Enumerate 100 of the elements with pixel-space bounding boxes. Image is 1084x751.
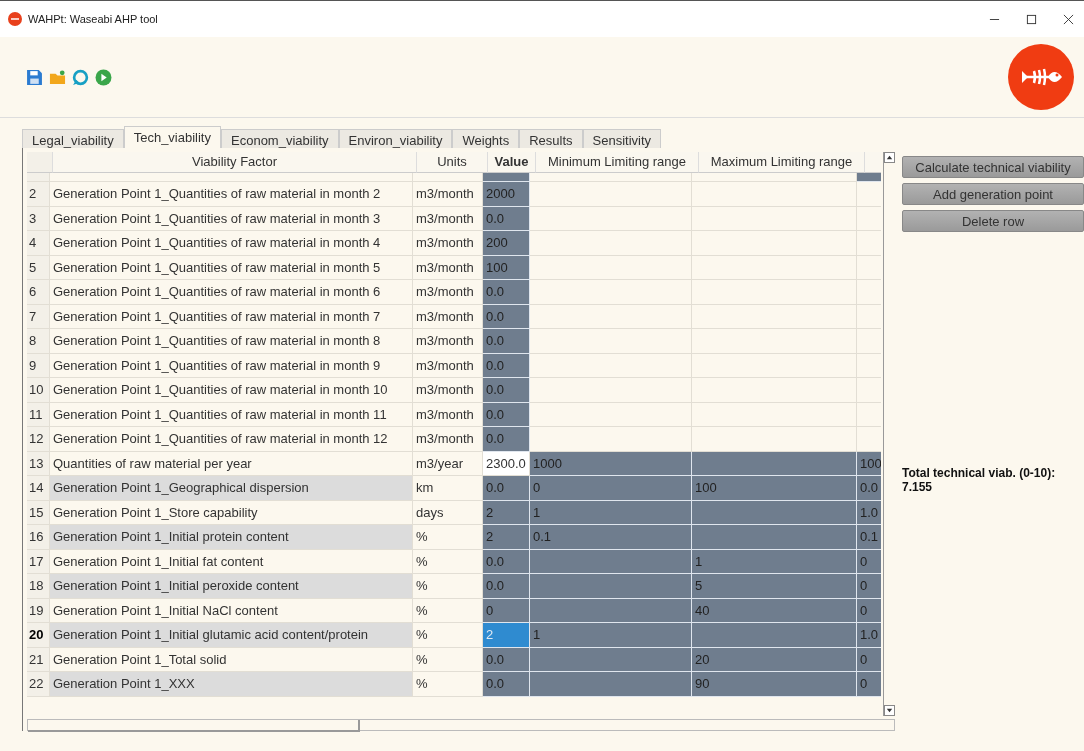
table-cell[interactable]: 5: [692, 574, 857, 599]
table-cell[interactable]: [530, 255, 692, 280]
table-cell[interactable]: [530, 672, 692, 697]
app-icon: [8, 12, 22, 26]
table-cell[interactable]: 2: [483, 525, 530, 550]
action-button[interactable]: Calculate technical viability: [902, 156, 1084, 178]
tab[interactable]: Environ_viability: [338, 129, 453, 148]
folder-icon[interactable]: [49, 68, 66, 86]
save-icon[interactable]: [26, 68, 43, 86]
table-cell[interactable]: [692, 402, 857, 427]
table-cell[interactable]: 200: [483, 231, 530, 256]
table-cell[interactable]: [530, 182, 692, 207]
action-button[interactable]: Delete row: [902, 210, 1084, 232]
table-cell[interactable]: 0: [857, 549, 881, 574]
table-cell[interactable]: 1: [530, 500, 692, 525]
table-cell[interactable]: [692, 500, 857, 525]
table-cell[interactable]: 2300.0: [483, 451, 530, 476]
table-cell[interactable]: 0.0: [483, 672, 530, 697]
table-cell[interactable]: 0: [857, 574, 881, 599]
table-cell[interactable]: 2: [483, 623, 530, 648]
vertical-scrollbar[interactable]: [883, 152, 895, 716]
table-cell[interactable]: [692, 427, 857, 452]
table-cell[interactable]: [692, 255, 857, 280]
table-cell[interactable]: 0.0: [483, 329, 530, 354]
tab[interactable]: Tech_viability: [123, 126, 221, 148]
table-cell[interactable]: 0.0: [483, 647, 530, 672]
table-cell[interactable]: [530, 402, 692, 427]
row-number: 4: [27, 231, 50, 256]
table-cell[interactable]: [530, 647, 692, 672]
table-cell[interactable]: [530, 549, 692, 574]
table-cell[interactable]: [692, 206, 857, 231]
table-cell[interactable]: [530, 304, 692, 329]
table-cell[interactable]: 0.0: [483, 574, 530, 599]
row-number: 16: [27, 525, 50, 550]
close-icon[interactable]: [1063, 13, 1074, 25]
maximize-icon[interactable]: [1026, 13, 1037, 25]
table-cell[interactable]: [692, 525, 857, 550]
table-cell[interactable]: [530, 427, 692, 452]
table-cell[interactable]: 100: [483, 255, 530, 280]
refresh-icon[interactable]: [72, 68, 89, 86]
table-cell[interactable]: 0: [483, 598, 530, 623]
row-number: 18: [27, 574, 50, 599]
tab[interactable]: Legal_viability: [22, 129, 124, 148]
table-cell[interactable]: 40: [692, 598, 857, 623]
table-cell[interactable]: [530, 378, 692, 403]
table-cell[interactable]: 0.0: [483, 476, 530, 501]
table-cell[interactable]: 2000: [483, 182, 530, 207]
tab[interactable]: Weights: [452, 129, 520, 148]
table-cell[interactable]: 0.0: [483, 402, 530, 427]
scroll-down-icon[interactable]: [884, 705, 895, 716]
action-button[interactable]: Add generation point: [902, 183, 1084, 205]
table-cell[interactable]: [530, 231, 692, 256]
table-cell[interactable]: 100: [692, 476, 857, 501]
table-cell[interactable]: [692, 378, 857, 403]
table-cell[interactable]: 0: [857, 672, 881, 697]
play-icon[interactable]: [95, 68, 112, 86]
table-cell[interactable]: [530, 329, 692, 354]
table-cell[interactable]: 0: [530, 476, 692, 501]
table-cell[interactable]: 1.0: [857, 500, 881, 525]
table-cell[interactable]: [530, 353, 692, 378]
table-cell[interactable]: 1000: [530, 451, 692, 476]
tab[interactable]: Results: [519, 129, 583, 148]
table-cell[interactable]: 20: [692, 647, 857, 672]
table-cell[interactable]: 0.0: [483, 549, 530, 574]
table-cell[interactable]: 0.0: [483, 280, 530, 305]
table-cell[interactable]: 1: [692, 549, 857, 574]
scroll-up-icon[interactable]: [884, 152, 895, 163]
table-cell[interactable]: [530, 598, 692, 623]
table-cell[interactable]: 0.0: [483, 378, 530, 403]
table-cell[interactable]: 100: [857, 451, 881, 476]
table-cell[interactable]: 90: [692, 672, 857, 697]
table-cell[interactable]: [692, 231, 857, 256]
table-cell[interactable]: [692, 451, 857, 476]
table-cell[interactable]: [530, 206, 692, 231]
table-cell[interactable]: 0.1: [530, 525, 692, 550]
table-cell[interactable]: 1: [530, 623, 692, 648]
tab[interactable]: Sensitivity: [582, 129, 662, 148]
table-cell[interactable]: [692, 623, 857, 648]
tab[interactable]: Econom_viability: [221, 129, 339, 148]
table-cell: Generation Point 1_XXX: [50, 672, 413, 697]
table-cell[interactable]: 0: [857, 598, 881, 623]
table-cell[interactable]: [692, 353, 857, 378]
horizontal-scrollbar[interactable]: [27, 719, 895, 731]
table-cell[interactable]: [530, 574, 692, 599]
table-cell[interactable]: [530, 280, 692, 305]
table-cell[interactable]: [692, 329, 857, 354]
result-label: Total technical viab. (0-10):: [902, 466, 1057, 480]
table-cell[interactable]: 0.0: [483, 353, 530, 378]
table-cell[interactable]: 0.0: [483, 427, 530, 452]
row-number: 8: [27, 329, 50, 354]
table-cell[interactable]: 1.0: [857, 623, 881, 648]
table-cell[interactable]: [692, 280, 857, 305]
table-cell[interactable]: [692, 304, 857, 329]
table-cell[interactable]: 0.1: [857, 525, 881, 550]
table-cell[interactable]: 0: [857, 647, 881, 672]
table-cell[interactable]: 0.0: [483, 304, 530, 329]
table-cell[interactable]: 0.0: [857, 476, 881, 501]
table-cell[interactable]: 0.0: [483, 206, 530, 231]
table-cell[interactable]: [692, 182, 857, 207]
table-cell[interactable]: 2: [483, 500, 530, 525]
